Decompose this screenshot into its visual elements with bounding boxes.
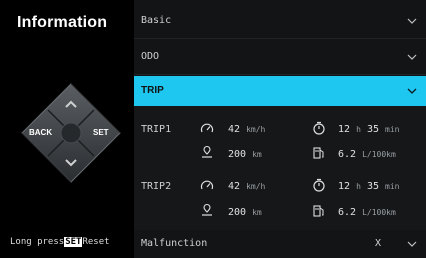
trip-name: TRIP1 [141,124,172,135]
chevron-down-icon [407,54,417,60]
stopwatch-icon [313,121,325,135]
speedometer-icon [200,123,214,133]
trip-time: 12 h 35 min [338,181,400,192]
arrow-up-icon[interactable] [65,100,77,108]
trip-speed: 42 km/h [228,124,266,135]
chevron-down-icon [407,88,417,94]
stopwatch-icon [313,178,325,192]
trip-fuel: 6.2 L/100km [338,149,396,160]
hint-prefix: Long press [10,237,65,247]
menu-item-trip[interactable]: TRIP [134,76,426,106]
trip-distance: 200 km [228,207,262,218]
hint-key: SET [64,237,83,247]
menu-item-label: Basic [141,15,172,26]
chevron-down-icon [407,241,417,247]
menu-item-malfunction[interactable]: Malfunction X [134,230,426,258]
chevron-down-icon [407,18,417,24]
hint-suffix: Reset [82,237,110,247]
trip-details: TRIP1 42 km/h 12 h 35 min 200 km 6.2 L/1… [134,106,426,230]
fuel-pump-icon [313,205,324,217]
back-button[interactable]: BACK [29,128,52,137]
speedometer-icon [200,180,214,190]
set-button[interactable]: SET [93,128,109,137]
trip-speed: 42 km/h [228,181,266,192]
arrow-down-icon[interactable] [65,159,77,167]
menu-item-basic[interactable]: Basic [134,4,426,39]
reset-hint: Long pressSETReset [10,237,110,247]
menu-item-label: ODO [141,51,160,62]
menu-item-label: Malfunction [141,238,208,249]
location-pin-icon [202,204,212,216]
sidebar: Information BACK SET Long pressSETReset [0,0,136,258]
trip-fuel: 6.2 L/100km [338,207,396,218]
trip-name: TRIP2 [141,181,172,192]
fuel-pump-icon [313,147,324,159]
menu-item-label: TRIP [141,85,164,96]
direction-pad: BACK SET [20,82,122,184]
trip-distance: 200 km [228,149,262,160]
page-title: Information [17,14,108,31]
menu-item-odo[interactable]: ODO [134,40,426,75]
location-pin-icon [202,146,212,158]
trip-time: 12 h 35 min [338,124,400,135]
malfunction-status: X [375,238,382,249]
